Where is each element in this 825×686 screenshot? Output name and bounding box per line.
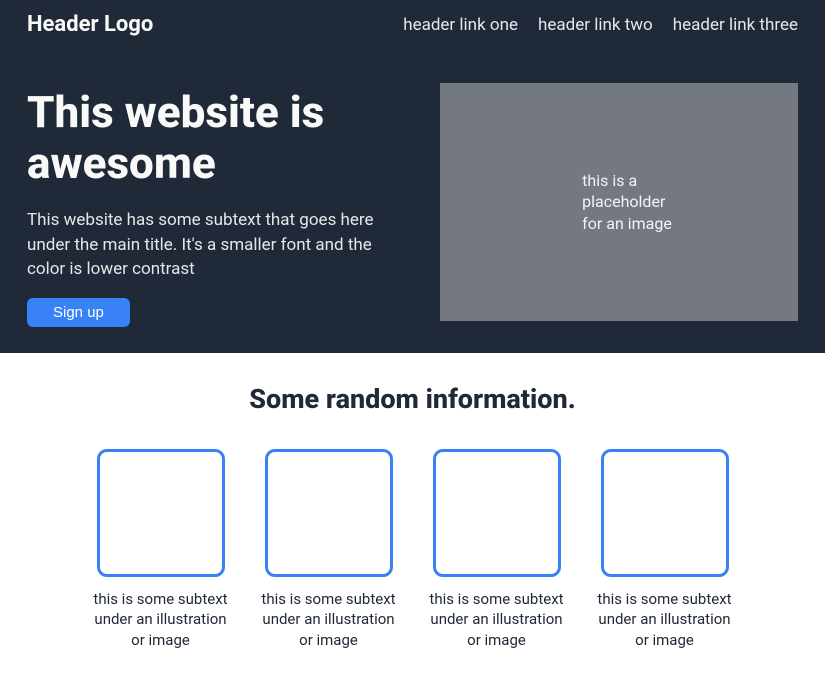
- hero-subtext: This website has some subtext that goes …: [27, 208, 400, 282]
- card-caption: this is some subtext under an illustrati…: [427, 589, 567, 650]
- card-illustration-box: [265, 449, 393, 577]
- card-illustration-box: [601, 449, 729, 577]
- info-cards-row: this is some subtext under an illustrati…: [27, 449, 798, 650]
- card-caption: this is some subtext under an illustrati…: [259, 589, 399, 650]
- header-link-three[interactable]: header link three: [673, 15, 798, 35]
- card-caption: this is some subtext under an illustrati…: [91, 589, 231, 650]
- info-card: this is some subtext under an illustrati…: [97, 449, 225, 650]
- hero-image-placeholder: this is a placeholder for an image: [440, 83, 798, 321]
- card-illustration-box: [433, 449, 561, 577]
- info-card: this is some subtext under an illustrati…: [433, 449, 561, 650]
- site-header: Header Logo header link one header link …: [27, 10, 798, 45]
- hero: This website is awesome This website has…: [27, 45, 798, 333]
- header-link-one[interactable]: header link one: [403, 15, 518, 35]
- info-card: this is some subtext under an illustrati…: [265, 449, 393, 650]
- signup-button[interactable]: Sign up: [27, 298, 130, 327]
- info-section: Some random information. this is some su…: [0, 353, 825, 660]
- hero-title: This website is awesome: [27, 87, 400, 188]
- hero-text-column: This website is awesome This website has…: [27, 87, 400, 327]
- hero-section-wrapper: Header Logo header link one header link …: [0, 0, 825, 353]
- placeholder-text: this is a placeholder for an image: [566, 170, 672, 235]
- header-nav: header link one header link two header l…: [403, 15, 798, 35]
- header-link-two[interactable]: header link two: [538, 15, 653, 35]
- card-illustration-box: [97, 449, 225, 577]
- info-card: this is some subtext under an illustrati…: [601, 449, 729, 650]
- header-logo: Header Logo: [27, 12, 153, 37]
- info-heading: Some random information.: [27, 383, 798, 415]
- card-caption: this is some subtext under an illustrati…: [595, 589, 735, 650]
